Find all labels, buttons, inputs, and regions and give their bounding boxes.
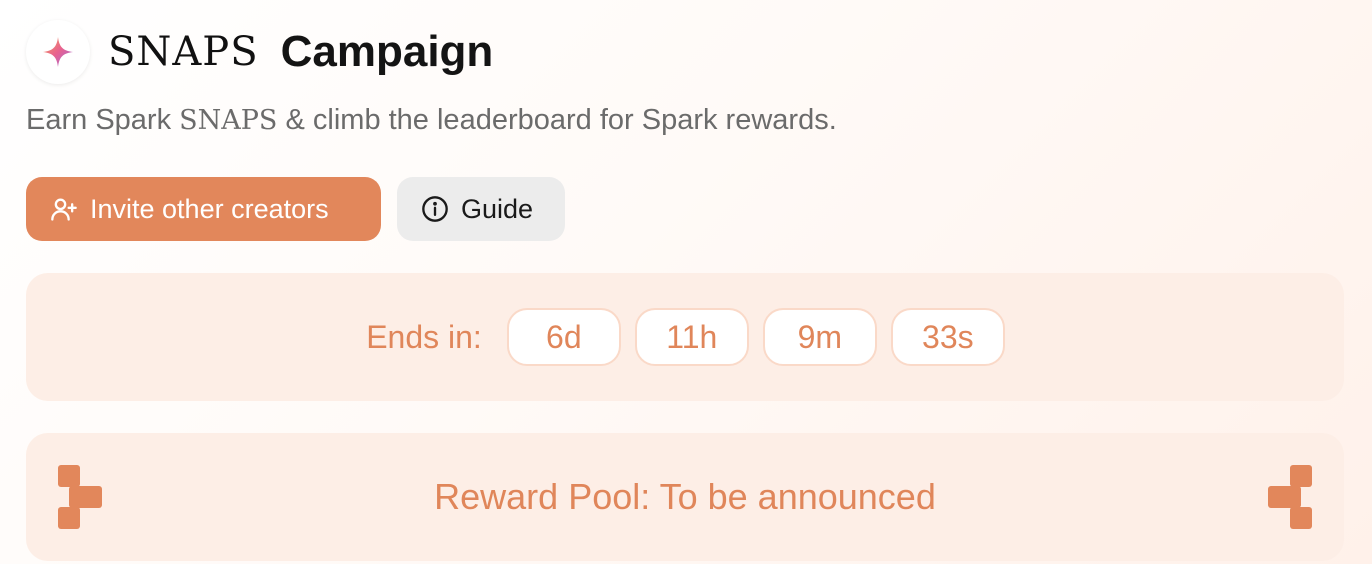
pixel-bracket-right-icon	[1268, 465, 1312, 529]
sparkle-icon	[43, 37, 73, 67]
page-subtitle: Earn Spark SNAPS & climb the leaderboard…	[26, 104, 837, 137]
guide-button[interactable]: Guide	[397, 177, 565, 241]
subtitle-text-after: & climb the leaderboard for Spark reward…	[277, 104, 837, 136]
reward-pool-text: Reward Pool: To be announced	[434, 476, 936, 517]
info-icon	[422, 196, 448, 222]
guide-label: Guide	[461, 193, 534, 224]
invite-creators-button[interactable]: Invite other creators	[26, 177, 381, 241]
countdown-hours: 11h	[634, 308, 749, 366]
user-plus-icon	[51, 198, 77, 221]
page-header: SNAPS Campaign	[26, 20, 493, 84]
invite-creators-label: Invite other creators	[90, 193, 329, 224]
countdown-card: Ends in: 6d 11h 9m 33s	[26, 273, 1344, 401]
brand-wordmark: SNAPS	[108, 29, 259, 75]
countdown-minutes: 9m	[762, 308, 877, 366]
subtitle-text-before: Earn Spark	[26, 104, 180, 136]
page-title: Campaign	[280, 27, 494, 76]
logo	[26, 20, 90, 84]
countdown-seconds: 33s	[890, 308, 1005, 366]
countdown-label: Ends in:	[366, 318, 482, 355]
countdown-days: 6d	[506, 308, 621, 366]
subtitle-brand: SNAPS	[179, 105, 278, 136]
reward-pool-card: Reward Pool: To be announced	[26, 433, 1344, 561]
